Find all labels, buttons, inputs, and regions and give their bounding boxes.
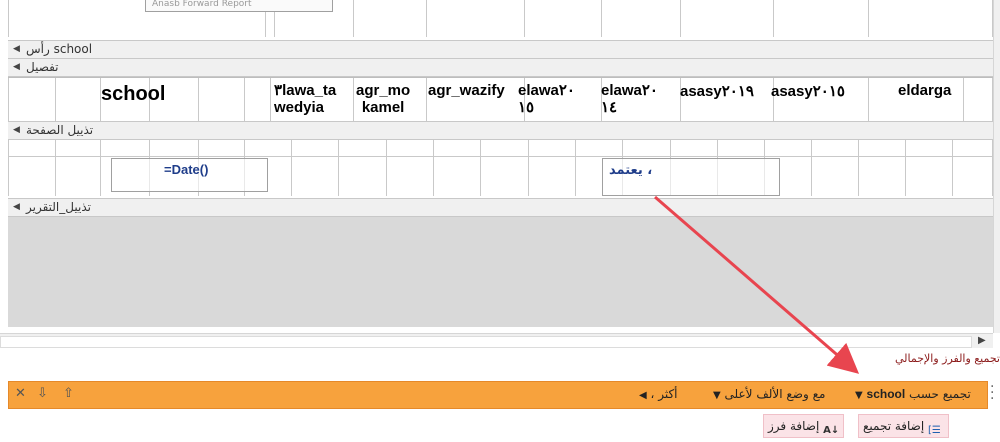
band-page-footer[interactable]: ◀ تذييل الصفحة bbox=[8, 121, 993, 140]
sort-az-icon: A↓ bbox=[823, 424, 840, 436]
band-chevron-icon: ◀ bbox=[13, 62, 20, 72]
approval-label[interactable]: يعتمد ، bbox=[602, 158, 780, 196]
move-up-icon[interactable]: ⇧ bbox=[63, 386, 74, 401]
delete-icon[interactable]: ✕ bbox=[15, 386, 26, 401]
band-report-footer[interactable]: ◀ تذييل_التقرير bbox=[8, 198, 993, 217]
horizontal-scrollbar[interactable]: ▶ bbox=[0, 333, 993, 348]
scroll-right-icon[interactable]: ▶ bbox=[978, 335, 986, 346]
dropdown-arrow-icon: ▼ bbox=[855, 390, 863, 401]
field-agr-wazify[interactable]: agr_wazify bbox=[428, 82, 505, 99]
dropdown-arrow-icon: ▼ bbox=[713, 390, 721, 401]
band-detail[interactable]: ◀ تفصيل bbox=[8, 58, 993, 77]
field-eldarga[interactable]: eldarga bbox=[898, 82, 951, 99]
add-group-button[interactable]: إضافة تجميع [☰ bbox=[858, 414, 950, 438]
field-asasy2015[interactable]: asasy٢٠١٥ bbox=[771, 82, 845, 100]
band-chevron-icon: ◀ bbox=[13, 44, 20, 54]
field-asasy2019[interactable]: asasy٢٠١٩ bbox=[680, 82, 754, 100]
band-chevron-icon: ◀ bbox=[13, 125, 20, 135]
expand-left-icon: ◀ bbox=[639, 390, 647, 401]
add-sort-button[interactable]: إضافة فرز A↓ bbox=[763, 414, 845, 438]
field-elawa2015[interactable]: elawa٢٠ ١٥ bbox=[518, 82, 575, 116]
group-sort-panel-title: تجميع والفرز والإجمالي bbox=[894, 352, 1000, 365]
group-by-bar[interactable]: ✕ ⇩ ⇧ ◀ ، أكثر ▼ مع وضع الألف لأعلى ▼ sc… bbox=[8, 381, 988, 409]
report-designer: Anasb Forward Report ◀ رأس school ◀ تفصي… bbox=[0, 0, 993, 333]
report-title-field[interactable]: Anasb Forward Report bbox=[145, 0, 333, 12]
detail-section: school ٣lawa_ta wedyia agr_mo kamel agr_… bbox=[8, 77, 993, 122]
field-elawa2014[interactable]: elawa٢٠ ١٤ bbox=[601, 82, 658, 116]
field-agr-mokamel[interactable]: agr_mo kamel bbox=[356, 82, 410, 116]
report-header-section[interactable]: Anasb Forward Report bbox=[8, 0, 993, 37]
add-group-icon: [☰ bbox=[928, 424, 941, 436]
report-footer-empty-area[interactable] bbox=[8, 217, 993, 327]
band-report-header[interactable]: ◀ رأس school bbox=[8, 40, 993, 59]
vertical-scrollbar[interactable] bbox=[993, 0, 1000, 333]
date-textbox[interactable]: =Date() bbox=[111, 158, 268, 192]
group-field-dropdown[interactable]: ▼ school تجميع حسب bbox=[855, 387, 971, 401]
scroll-track[interactable] bbox=[0, 336, 972, 348]
drag-handle-icon[interactable]: · · · bbox=[990, 380, 994, 406]
page-footer-section: =Date() يعتمد ، bbox=[8, 140, 993, 196]
field-elawa-tawedyia[interactable]: ٣lawa_ta wedyia bbox=[274, 82, 336, 116]
band-chevron-icon: ◀ bbox=[13, 202, 20, 212]
move-down-icon[interactable]: ⇩ bbox=[37, 386, 48, 401]
field-school[interactable]: school bbox=[101, 83, 165, 106]
sort-order-dropdown[interactable]: ▼ مع وضع الألف لأعلى bbox=[713, 387, 825, 401]
more-option[interactable]: ◀ ، أكثر bbox=[639, 387, 678, 401]
